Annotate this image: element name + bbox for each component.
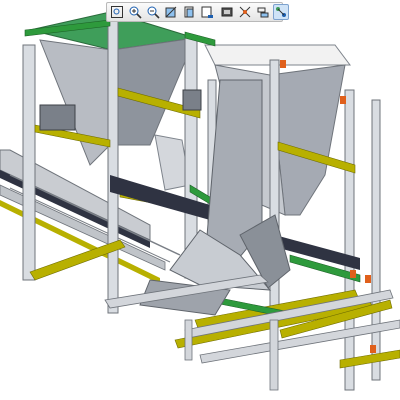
annotation-display-icon — [276, 7, 286, 17]
saved-views-icon — [201, 6, 213, 18]
datum-display-icon — [239, 6, 251, 18]
view-toolbar — [106, 2, 289, 22]
zoom-in-button[interactable] — [127, 4, 143, 20]
zoom-out-button[interactable] — [145, 4, 161, 20]
normal-view-icon — [165, 6, 177, 18]
zoom-in-icon — [129, 6, 142, 19]
zoom-out-icon — [147, 6, 160, 19]
spin-center-button[interactable] — [255, 4, 271, 20]
datum-display-button[interactable] — [237, 4, 253, 20]
model-viewport[interactable] — [0, 0, 400, 400]
zoom-fit-icon — [111, 6, 123, 18]
zoom-fit-button[interactable] — [109, 4, 125, 20]
display-style-button[interactable] — [219, 4, 235, 20]
normal-view-button[interactable] — [163, 4, 179, 20]
annotation-display-button[interactable] — [273, 4, 289, 20]
conveyor-machine-3d-model[interactable] — [0, 0, 400, 400]
orient-view-button[interactable] — [181, 4, 197, 20]
display-style-icon — [221, 7, 233, 17]
spin-center-icon — [257, 7, 269, 18]
saved-views-button[interactable] — [199, 4, 215, 20]
orient-view-icon — [184, 6, 194, 18]
